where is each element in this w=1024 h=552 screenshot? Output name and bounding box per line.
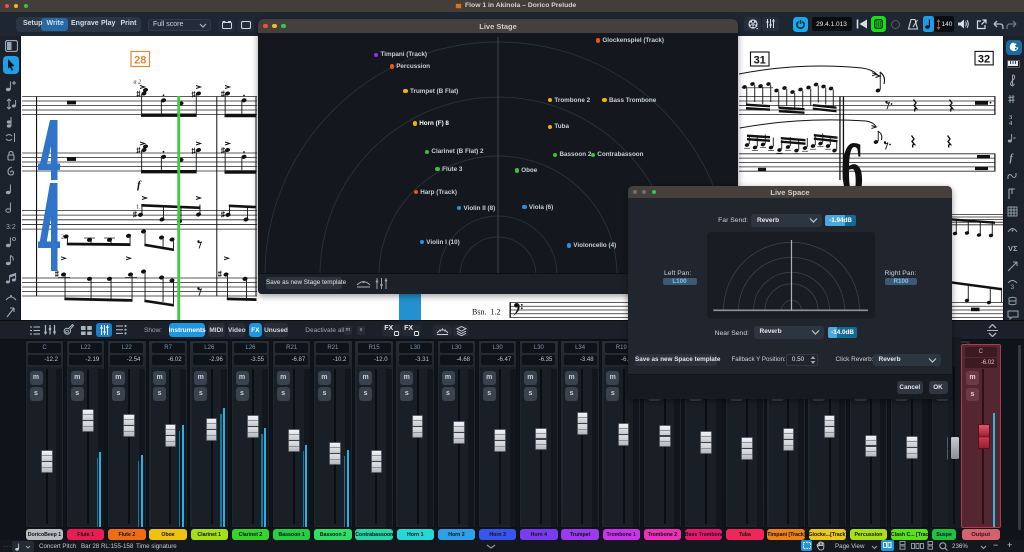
svg-text:1.: 1. xyxy=(136,205,141,211)
svg-text:3: 3 xyxy=(1011,284,1015,291)
svg-text:32: 32 xyxy=(978,54,990,66)
svg-text:3:2: 3:2 xyxy=(6,224,16,231)
svg-text:31: 31 xyxy=(754,54,766,66)
svg-text:a 2: a 2 xyxy=(134,80,142,86)
svg-text:VΣ: VΣ xyxy=(1008,244,1018,253)
svg-text:Bsn. 1.2: Bsn. 1.2 xyxy=(472,308,500,317)
svg-text:=: = xyxy=(1013,136,1016,142)
svg-text:f: f xyxy=(137,179,142,191)
svg-text:4: 4 xyxy=(1009,120,1013,127)
svg-text:28: 28 xyxy=(134,55,146,67)
svg-text:f: f xyxy=(1010,153,1015,164)
